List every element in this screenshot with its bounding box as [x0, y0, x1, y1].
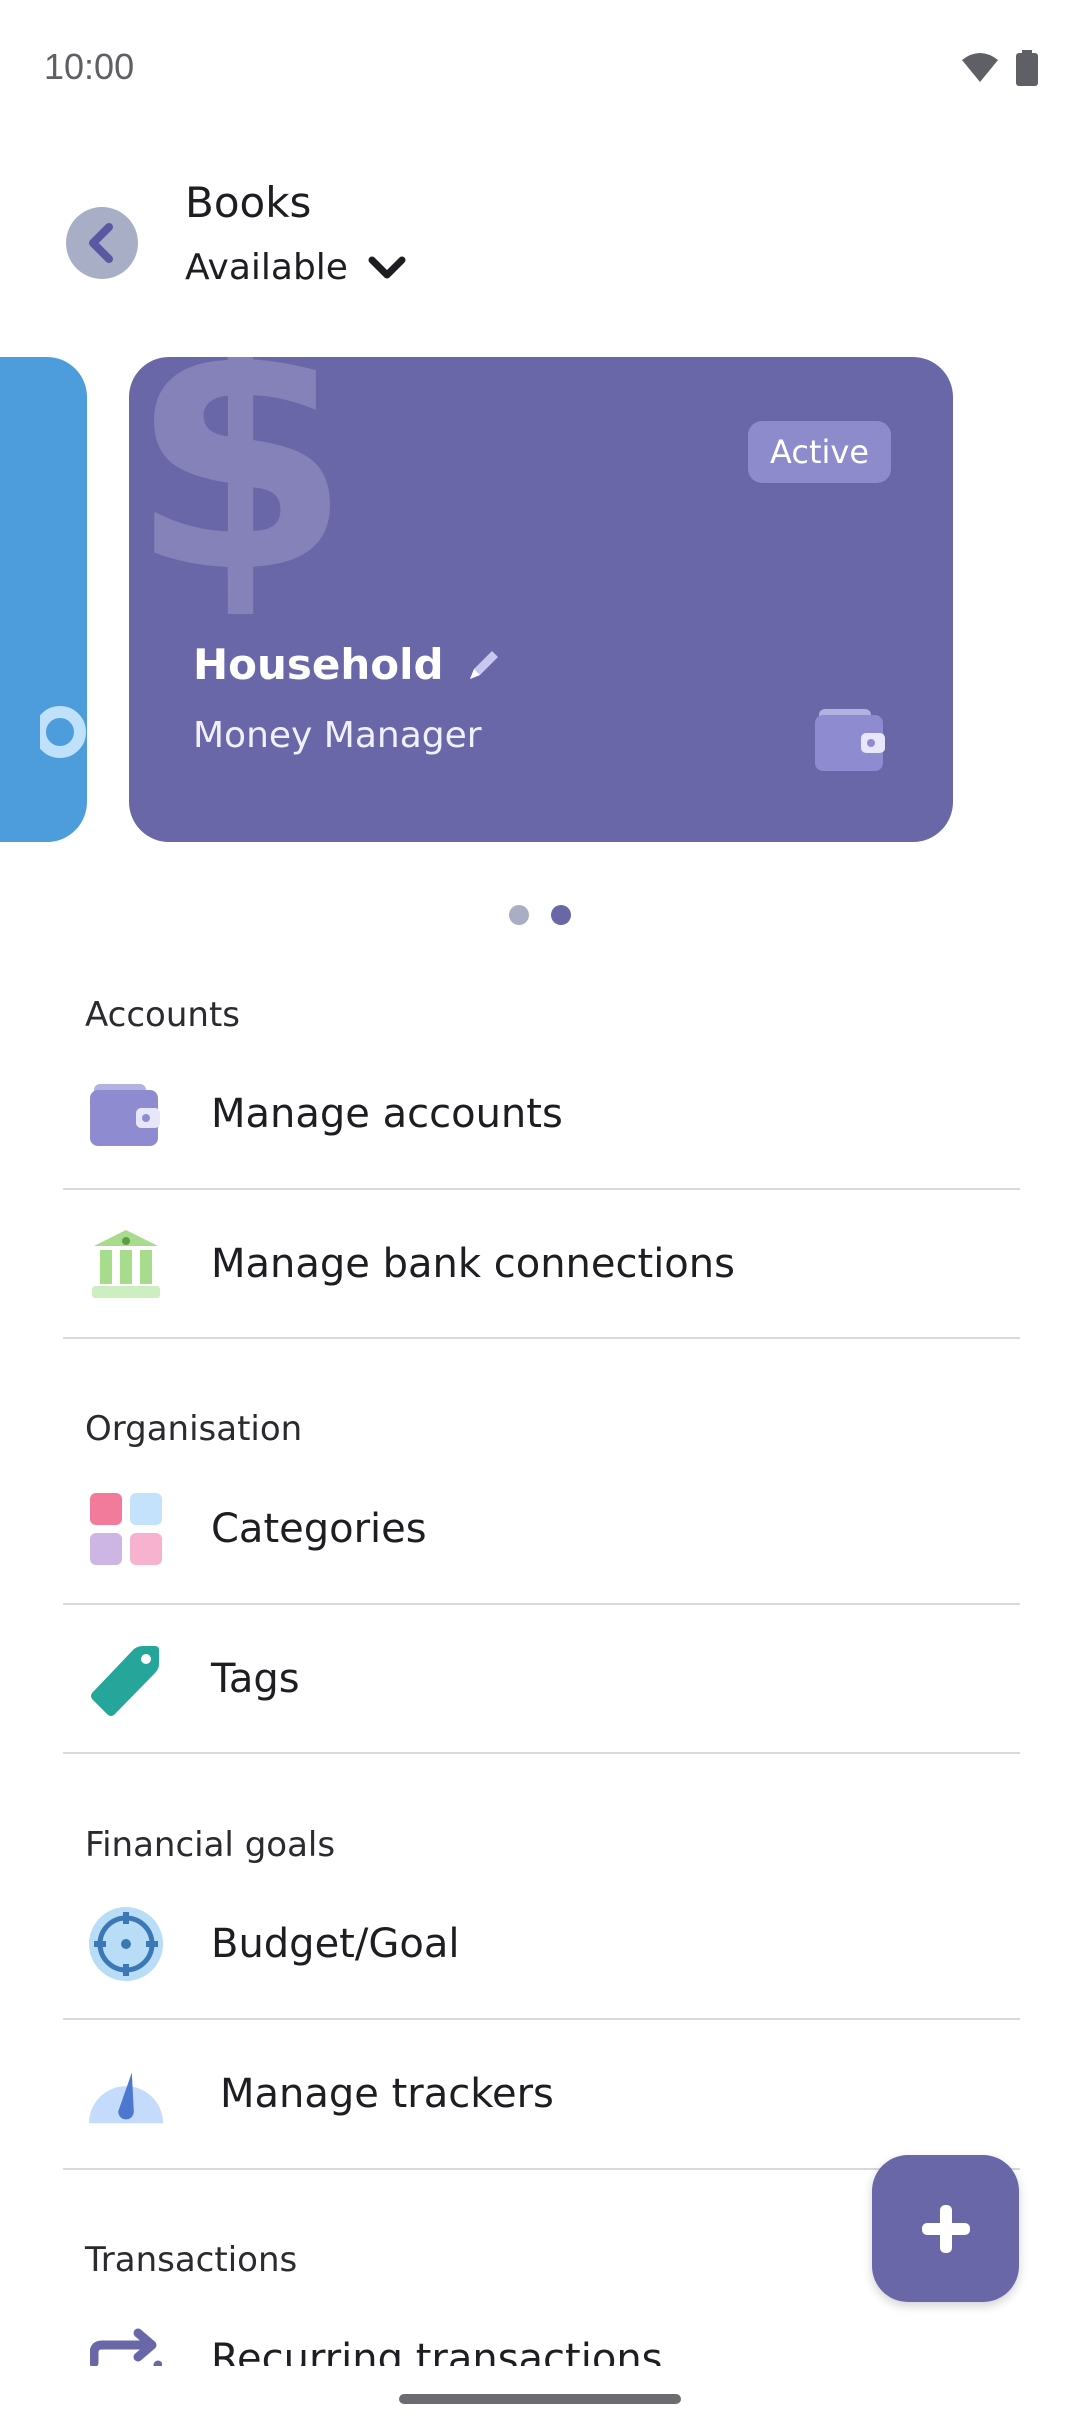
bank-icon [87, 1225, 165, 1303]
menu-item-label: Categories [211, 1506, 427, 1552]
menu-item-categories[interactable]: Categories [63, 1455, 1020, 1603]
divider [63, 1337, 1020, 1339]
menu-item-manage-accounts[interactable]: Manage accounts [63, 1040, 1020, 1188]
divider [63, 2168, 1020, 2170]
repeat-arrows-icon [87, 2320, 165, 2366]
section-title-accounts: Accounts [85, 995, 240, 1035]
menu-item-label: Budget/Goal [211, 1921, 460, 1967]
add-button[interactable] [872, 2155, 1019, 2302]
menu-scroll-area[interactable]: Accounts Manage accounts Manage bank con [0, 0, 1080, 2366]
menu-item-label: Manage accounts [211, 1091, 563, 1137]
menu-item-tags[interactable]: Tags [63, 1605, 1020, 1753]
target-icon [87, 1905, 165, 1983]
tag-icon [87, 1640, 165, 1718]
section-title-transactions: Transactions [85, 2240, 298, 2280]
home-gesture-bar[interactable] [399, 2394, 681, 2404]
menu-item-label: Manage bank connections [211, 1241, 735, 1287]
gauge-icon [87, 2055, 165, 2133]
menu-item-manage-bank-connections[interactable]: Manage bank connections [63, 1190, 1020, 1338]
section-title-financial-goals: Financial goals [85, 1825, 336, 1865]
menu-item-recurring-transactions[interactable]: Recurring transactions [63, 2285, 1020, 2366]
divider [63, 1752, 1020, 1754]
menu-item-label: Recurring transactions [211, 2336, 663, 2366]
menu-item-manage-trackers[interactable]: Manage trackers [63, 2020, 1020, 2168]
section-title-organisation: Organisation [85, 1409, 303, 1449]
wallet-icon [87, 1075, 165, 1153]
menu-item-label: Manage trackers [220, 2071, 554, 2117]
plus-icon [921, 2204, 970, 2253]
categories-grid-icon [87, 1490, 165, 1568]
menu-item-label: Tags [211, 1656, 300, 1702]
menu-item-budget-goal[interactable]: Budget/Goal [63, 1870, 1020, 2018]
